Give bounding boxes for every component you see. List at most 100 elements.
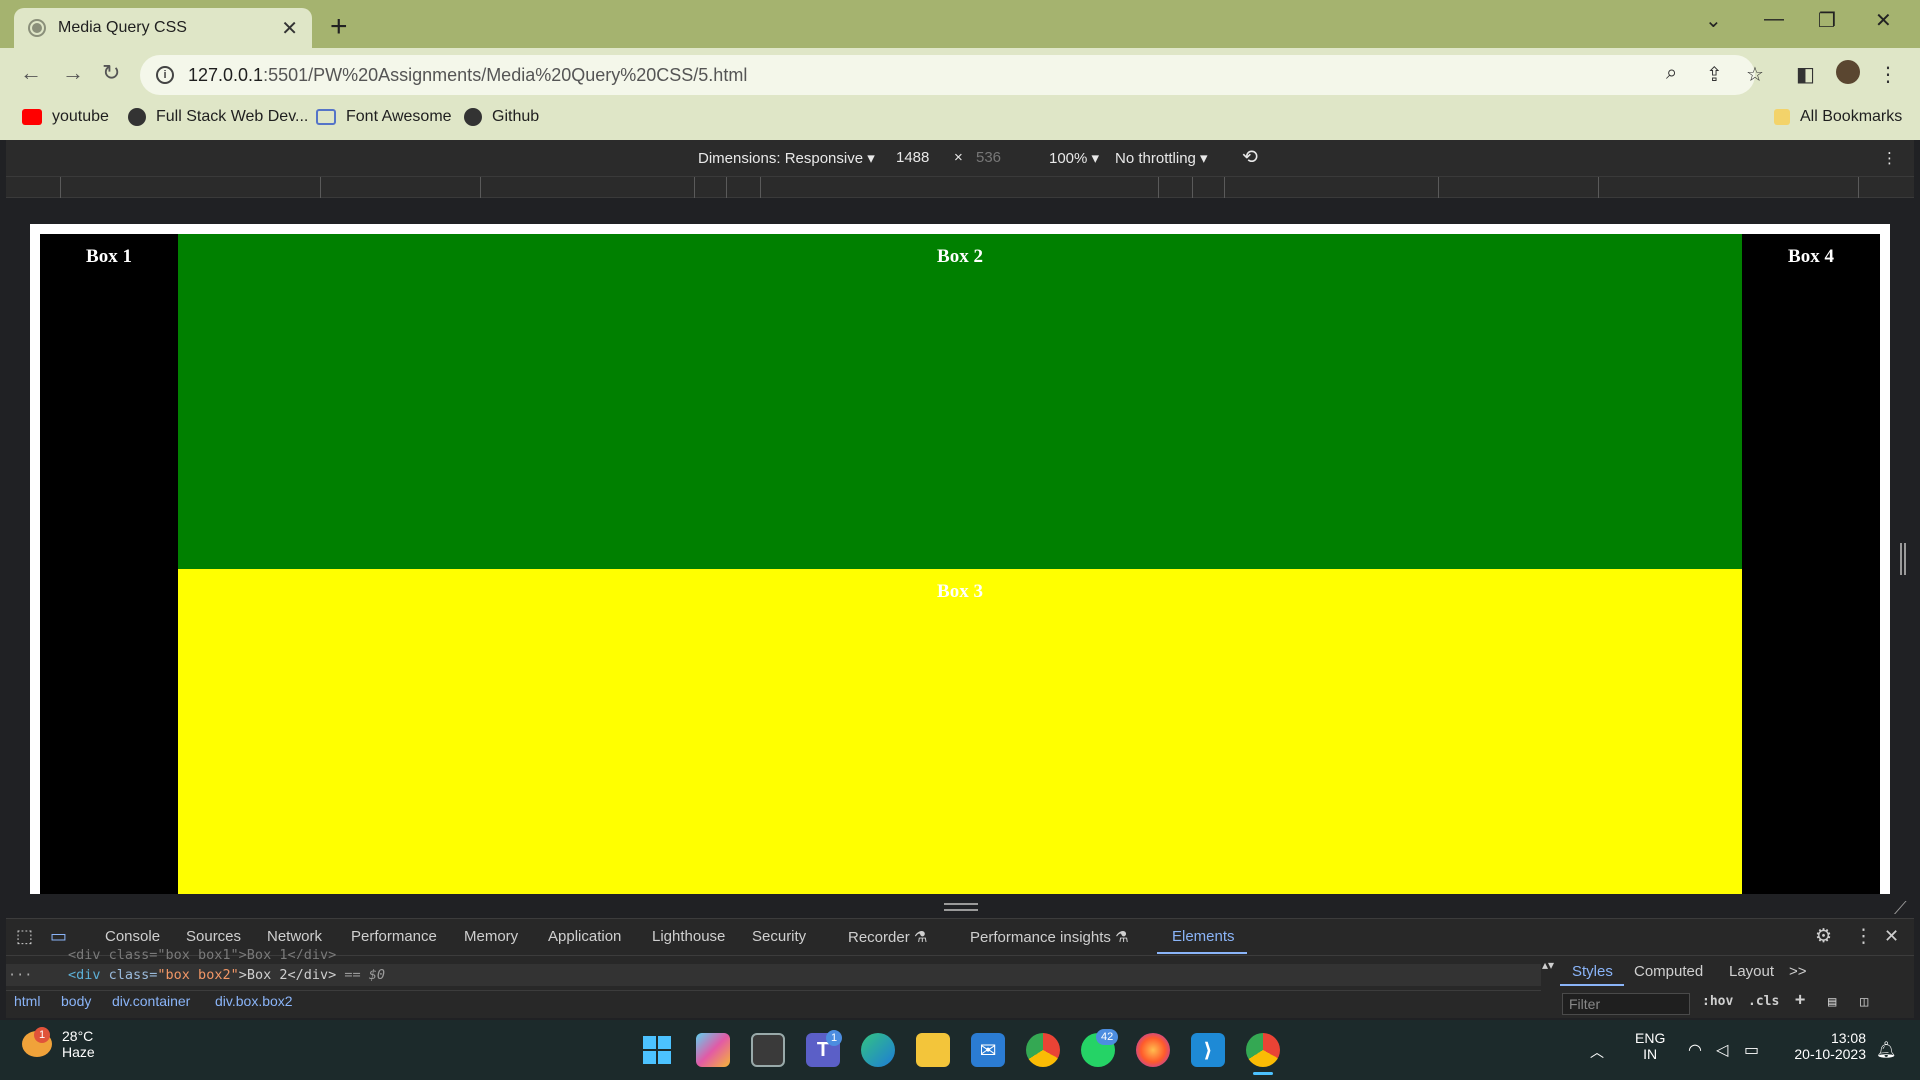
edge-icon[interactable] bbox=[861, 1033, 895, 1067]
taskbar bbox=[0, 1020, 1920, 1080]
devtools-more-icon[interactable]: ⋮ bbox=[1854, 925, 1873, 948]
minimize-icon[interactable]: — bbox=[1764, 8, 1784, 31]
wifi-icon[interactable]: ◠ bbox=[1688, 1040, 1702, 1060]
tab-console[interactable]: Console bbox=[105, 928, 160, 945]
flag-icon bbox=[316, 109, 336, 125]
forward-icon[interactable]: → bbox=[62, 60, 84, 86]
menu-icon[interactable]: ⋮ bbox=[1878, 62, 1898, 87]
tab-recorder[interactable]: Recorder ⚗ bbox=[848, 928, 927, 946]
rotate-icon[interactable]: ⟲ bbox=[1242, 146, 1258, 169]
device-more-icon[interactable]: ⋮ bbox=[1882, 149, 1897, 167]
crumb-body[interactable]: body bbox=[61, 993, 91, 1009]
chrome-icon[interactable] bbox=[1026, 1033, 1060, 1067]
bookmark-fontawesome[interactable]: Font Awesome bbox=[316, 108, 452, 126]
hov-toggle[interactable]: :hov bbox=[1702, 994, 1733, 1009]
crumb-html[interactable]: html bbox=[14, 993, 40, 1009]
tab-performance[interactable]: Performance bbox=[351, 928, 437, 945]
weather-widget[interactable]: 1 28°C Haze bbox=[22, 1027, 95, 1060]
inspect-element-icon[interactable]: ⬚ bbox=[16, 926, 33, 947]
tab-layout[interactable]: Layout bbox=[1729, 963, 1774, 980]
tab-performance-insights[interactable]: Performance insights ⚗ bbox=[970, 928, 1129, 946]
sidebar-toggle-icon[interactable]: ◫ bbox=[1860, 994, 1868, 1010]
volume-icon[interactable]: ◁ bbox=[1716, 1040, 1728, 1060]
crumb-box2[interactable]: div.box.box2 bbox=[215, 993, 293, 1009]
share-icon[interactable]: ⇪ bbox=[1706, 62, 1723, 87]
chrome-profile-icon[interactable] bbox=[1246, 1033, 1280, 1067]
settings-icon[interactable]: ⚙ bbox=[1815, 925, 1832, 948]
node-dots[interactable]: ··· bbox=[8, 967, 32, 983]
copilot-icon[interactable] bbox=[696, 1033, 730, 1067]
tab-computed[interactable]: Computed bbox=[1634, 963, 1703, 980]
bookmark-youtube[interactable]: youtube bbox=[22, 108, 109, 126]
tab-search-icon[interactable]: ⌄ bbox=[1705, 8, 1722, 33]
bookmark-star-icon[interactable]: ☆ bbox=[1746, 62, 1764, 87]
all-bookmarks[interactable]: All Bookmarks bbox=[1774, 108, 1902, 126]
active-tab-indicator bbox=[1157, 952, 1247, 954]
restore-icon[interactable]: ❐ bbox=[1818, 8, 1836, 33]
language-indicator[interactable]: ENG IN bbox=[1635, 1030, 1665, 1062]
tab-security[interactable]: Security bbox=[752, 928, 806, 945]
box-4: Box 4 bbox=[1742, 234, 1880, 894]
profile-avatar[interactable] bbox=[1836, 60, 1860, 84]
tab-memory[interactable]: Memory bbox=[464, 928, 518, 945]
tab-styles[interactable]: Styles bbox=[1572, 963, 1613, 980]
weather-temp: 28°C bbox=[62, 1028, 94, 1044]
paint-icon[interactable]: ▤ bbox=[1828, 994, 1836, 1010]
tab-more[interactable]: >> bbox=[1789, 963, 1807, 980]
corner-resize-handle[interactable]: ⟋ bbox=[1894, 898, 1907, 919]
active-app-indicator bbox=[1253, 1072, 1273, 1075]
firefox-icon[interactable] bbox=[1136, 1033, 1170, 1067]
globe-icon bbox=[28, 19, 46, 37]
task-view-icon[interactable] bbox=[751, 1033, 785, 1067]
site-info-icon[interactable]: i bbox=[156, 66, 174, 84]
windows-start-icon[interactable] bbox=[640, 1033, 674, 1067]
close-tab-icon[interactable]: ✕ bbox=[281, 16, 298, 41]
github-icon bbox=[464, 108, 482, 126]
selected-node-line[interactable]: <div class="box box2">Box 2</div> == $0 bbox=[68, 967, 385, 983]
tab-network[interactable]: Network bbox=[267, 928, 322, 945]
pane-scroll-arrows[interactable]: ▴▾ bbox=[1542, 958, 1554, 972]
emulated-viewport: Box 1 Box 2 Box 3 Box 4 bbox=[30, 224, 1890, 894]
teams-badge: 1 bbox=[826, 1030, 843, 1046]
tray-chevron-icon[interactable]: ︿ bbox=[1590, 1042, 1604, 1062]
clock[interactable]: 13:08 20-10-2023 bbox=[1780, 1030, 1866, 1062]
new-rule-icon[interactable]: + bbox=[1795, 990, 1805, 1010]
close-devtools-icon[interactable]: ✕ bbox=[1884, 926, 1899, 947]
box-2: Box 2 bbox=[178, 234, 1742, 569]
width-input[interactable]: 1488 bbox=[896, 149, 929, 166]
tab-elements[interactable]: Elements bbox=[1172, 928, 1235, 945]
styles-filter-input[interactable]: Filter bbox=[1562, 993, 1690, 1015]
zoom-icon[interactable]: ⌕ bbox=[1666, 62, 1677, 85]
mail-icon[interactable]: ✉ bbox=[971, 1033, 1005, 1067]
throttling-select[interactable]: No throttling ▾ bbox=[1115, 149, 1208, 167]
bookmark-fullstack[interactable]: Full Stack Web Dev... bbox=[128, 108, 308, 126]
bookmark-github[interactable]: Github bbox=[464, 108, 539, 126]
address-bar[interactable]: i 127.0.0.1:5501/PW%20Assignments/Media%… bbox=[140, 55, 1755, 95]
vscode-icon[interactable]: ⟩ bbox=[1191, 1033, 1225, 1067]
cls-toggle[interactable]: .cls bbox=[1748, 994, 1779, 1009]
weather-desc: Haze bbox=[62, 1044, 95, 1060]
youtube-icon bbox=[22, 109, 42, 125]
width-resize-handle[interactable] bbox=[1900, 543, 1906, 575]
tab-sources[interactable]: Sources bbox=[186, 928, 241, 945]
reload-icon[interactable]: ↻ bbox=[102, 60, 120, 86]
folder-icon bbox=[1774, 109, 1790, 125]
close-window-icon[interactable]: ✕ bbox=[1875, 8, 1892, 33]
height-resize-handle[interactable] bbox=[944, 903, 978, 911]
box-3: Box 3 bbox=[178, 569, 1742, 894]
browser-tab[interactable]: Media Query CSS ✕ bbox=[14, 8, 312, 48]
weather-badge: 1 bbox=[34, 1027, 50, 1043]
side-panel-icon[interactable]: ◧ bbox=[1796, 62, 1815, 87]
new-tab-button[interactable]: + bbox=[330, 10, 348, 44]
zoom-select[interactable]: 100% ▾ bbox=[1049, 149, 1099, 167]
tab-lighthouse[interactable]: Lighthouse bbox=[652, 928, 725, 945]
height-input[interactable]: 536 bbox=[976, 149, 1001, 166]
back-icon[interactable]: ← bbox=[20, 60, 42, 86]
tab-application[interactable]: Application bbox=[548, 928, 621, 945]
battery-icon[interactable]: ▭ bbox=[1744, 1040, 1759, 1060]
crumb-container[interactable]: div.container bbox=[112, 993, 190, 1009]
device-toggle-icon[interactable]: ▭ bbox=[50, 926, 67, 947]
dimensions-select[interactable]: Dimensions: Responsive ▾ bbox=[698, 149, 875, 167]
file-explorer-icon[interactable] bbox=[916, 1033, 950, 1067]
notification-bell-icon[interactable]: 🔔︎ bbox=[1876, 1040, 1896, 1060]
